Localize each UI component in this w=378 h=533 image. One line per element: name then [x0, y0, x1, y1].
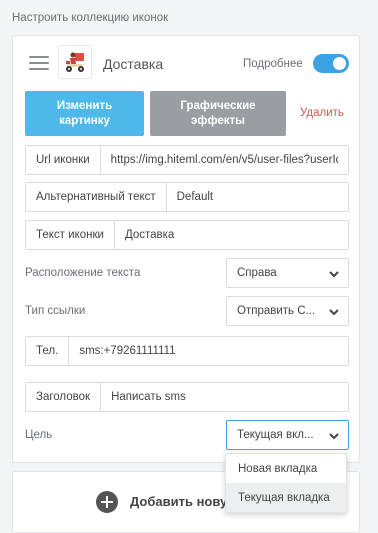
- link-type-value: Отправить С...: [237, 305, 316, 317]
- target-label: Цель: [25, 429, 53, 441]
- delivery-scooter-icon[interactable]: [58, 45, 92, 79]
- alt-text-input[interactable]: [166, 183, 348, 211]
- text-position-label: Расположение текста: [25, 267, 141, 279]
- icon-url-field: Url иконки: [25, 145, 349, 175]
- section-title: Настроить коллекцию иконок: [12, 12, 169, 24]
- tel-input[interactable]: [69, 337, 348, 365]
- target-select[interactable]: Текущая вкл...: [226, 420, 349, 450]
- icon-item-card: Доставка Подробнее Изменить картинку Гра…: [12, 35, 360, 463]
- dropdown-option-new-tab[interactable]: Новая вкладка: [226, 454, 346, 483]
- target-value: Текущая вкл...: [237, 429, 314, 441]
- title-field: Заголовок: [25, 382, 349, 412]
- tel-label: Тел.: [26, 337, 70, 365]
- drag-handle-icon[interactable]: [29, 56, 49, 70]
- details-toggle[interactable]: [313, 54, 349, 73]
- chevron-down-icon: [329, 271, 339, 278]
- icon-text-label: Текст иконки: [26, 221, 115, 249]
- icon-url-input[interactable]: [100, 146, 348, 174]
- plus-circle-icon: [96, 491, 118, 513]
- text-position-value: Справа: [237, 267, 277, 279]
- alt-text-field: Альтернативный текст: [25, 182, 349, 212]
- details-label: Подробнее: [243, 58, 303, 70]
- title-label: Заголовок: [26, 383, 102, 411]
- tel-field: Тел.: [25, 336, 349, 366]
- icon-url-label: Url иконки: [26, 146, 101, 174]
- item-name: Доставка: [103, 56, 164, 72]
- target-dropdown-menu: Новая вкладка Текущая вкладка: [225, 453, 347, 513]
- chevron-down-icon: [329, 309, 339, 316]
- delete-link[interactable]: Удалить: [300, 107, 344, 119]
- alt-text-label: Альтернативный текст: [26, 183, 167, 211]
- change-image-button[interactable]: Изменить картинку: [25, 91, 144, 136]
- dropdown-option-current-tab[interactable]: Текущая вкладка: [226, 483, 346, 512]
- link-type-label: Тип ссылки: [25, 305, 86, 317]
- icon-text-field: Текст иконки: [25, 220, 349, 250]
- add-new-label: Добавить новую: [130, 494, 239, 509]
- link-type-select[interactable]: Отправить С...: [226, 296, 349, 326]
- chevron-down-icon: [329, 433, 339, 440]
- title-input[interactable]: [101, 383, 348, 411]
- text-position-select[interactable]: Справа: [226, 258, 349, 288]
- icon-text-input[interactable]: [114, 221, 348, 249]
- toggle-knob: [333, 57, 346, 70]
- graphic-effects-button[interactable]: Графические эффекты: [150, 91, 286, 136]
